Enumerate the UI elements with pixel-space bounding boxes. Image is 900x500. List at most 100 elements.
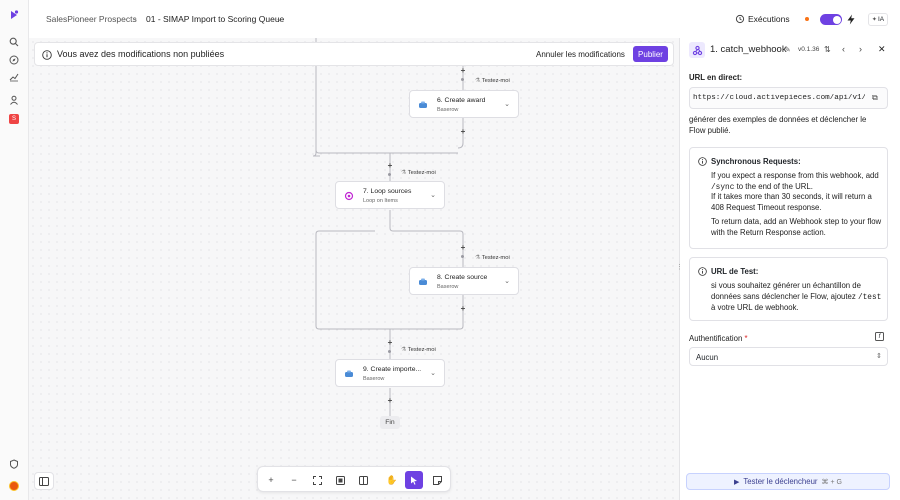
flask-icon: ⚗ <box>401 347 407 353</box>
note-icon[interactable] <box>428 471 446 489</box>
step-card-create-award[interactable]: 6. Create award Baserow ⌄ <box>409 90 519 118</box>
connector-dot <box>388 350 391 353</box>
version-label: v0.1.36 <box>798 46 820 53</box>
live-url-label: URL en direct: <box>689 73 743 82</box>
add-step-plus[interactable]: + <box>459 128 467 136</box>
test-me-tag[interactable]: ⚗ Testez-moi <box>475 78 510 84</box>
auth-select[interactable]: Aucun ⇕ <box>689 347 888 366</box>
shield-icon[interactable] <box>7 457 21 471</box>
play-icon: ▶ <box>734 478 740 486</box>
fit-view-icon[interactable] <box>308 471 326 489</box>
sidebar-toggle-button[interactable] <box>34 472 54 490</box>
test-me-tag[interactable]: ⚗ Testez-moi <box>401 347 436 353</box>
test-trigger-button[interactable]: ▶ Tester le déclencheur ⌘ + G <box>686 473 890 490</box>
minimap-icon[interactable] <box>331 471 349 489</box>
flask-icon: ⚗ <box>475 255 481 261</box>
add-step-plus[interactable]: + <box>386 397 394 405</box>
chevron-down-icon[interactable]: ⌄ <box>276 15 282 23</box>
flow-name[interactable]: 01 - SIMAP Import to Scoring Queue <box>146 14 284 24</box>
test-url-text: si vous souhaitez générer un échantillon… <box>711 281 882 312</box>
info-icon <box>42 50 52 60</box>
add-step-plus[interactable]: + <box>459 244 467 252</box>
baserow-icon <box>419 278 427 285</box>
collapse-icon[interactable] <box>354 471 372 489</box>
ai-button[interactable]: ✦ IA <box>868 13 888 26</box>
test-me-tag[interactable]: ⚗ Testez-moi <box>475 255 510 261</box>
search-icon[interactable] <box>7 35 21 49</box>
live-url-field[interactable]: https://cloud.activepieces.com/api/v1/w … <box>689 87 888 109</box>
discard-changes-button[interactable]: Annuler les modifications <box>536 50 625 59</box>
step-subtitle: Loop on Items <box>363 198 398 204</box>
sync-line-2: If it takes more than 30 seconds, it wil… <box>711 192 872 212</box>
avatar[interactable] <box>7 479 21 493</box>
connector-dot <box>388 173 391 176</box>
select-arrows-icon: ⇕ <box>876 353 882 360</box>
flow-enable-toggle[interactable] <box>820 14 842 25</box>
step-subtitle: Baserow <box>437 284 459 290</box>
chart-icon[interactable] <box>7 70 21 84</box>
hand-pan-icon[interactable]: ✋ <box>383 471 401 489</box>
step-subtitle: Baserow <box>437 107 459 113</box>
project-badge-icon[interactable]: S <box>7 112 21 126</box>
top-bar: SalesPioneer Prospects › 01 - SIMAP Impo… <box>29 0 900 38</box>
add-step-plus[interactable]: + <box>459 67 467 75</box>
connector-dot <box>461 78 464 81</box>
chevron-down-icon[interactable]: ⌄ <box>430 191 436 199</box>
zoom-out-icon[interactable]: − <box>285 471 303 489</box>
flow-canvas[interactable]: + + + + + + + ⚗ Testez-moi ⚗ Testez-moi … <box>29 38 679 500</box>
unpublished-dot <box>805 17 809 21</box>
breadcrumb-root[interactable]: SalesPioneer Prospects <box>46 14 137 24</box>
executions-button[interactable]: Exécutions <box>748 14 790 24</box>
left-rail: S <box>0 0 29 500</box>
dynamic-value-icon[interactable]: f <box>875 332 884 341</box>
info-icon <box>698 267 707 276</box>
add-step-plus[interactable]: + <box>459 305 467 313</box>
chevron-down-icon[interactable]: ⌄ <box>504 277 510 285</box>
flask-icon: ⚗ <box>475 78 481 84</box>
unpublished-banner: Vous avez des modifications non publiées… <box>34 42 674 66</box>
swap-icon[interactable]: ⇅ <box>824 45 831 54</box>
loop-icon <box>344 191 354 201</box>
step-subtitle: Baserow <box>363 376 385 382</box>
chevron-down-icon[interactable]: ⌄ <box>430 369 436 377</box>
webhook-icon <box>689 42 705 58</box>
select-pointer-icon[interactable] <box>405 471 423 489</box>
add-step-plus[interactable]: + <box>386 162 394 170</box>
step-card-create-import[interactable]: 9. Create importe... Baserow ⌄ <box>335 359 445 387</box>
app-logo[interactable] <box>7 8 21 22</box>
connector-dot <box>461 255 464 258</box>
copy-icon[interactable]: ⧉ <box>872 93 878 103</box>
auth-label: Authentification * <box>689 334 748 343</box>
bolt-icon[interactable] <box>846 14 856 25</box>
test-url-title: URL de Test: <box>711 267 759 276</box>
user-icon[interactable] <box>7 93 21 107</box>
test-me-tag[interactable]: ⚗ Testez-moi <box>401 170 436 176</box>
info-icon <box>698 157 707 166</box>
step-title: 9. Create importe... <box>363 366 422 373</box>
sync-title: Synchronous Requests: <box>711 157 801 166</box>
close-icon[interactable]: ✕ <box>878 44 886 55</box>
sync-line-1: If you expect a response from this webho… <box>711 171 879 192</box>
publish-button[interactable]: Publier <box>633 46 668 62</box>
step-title: 8. Create source <box>437 274 488 281</box>
resize-handle[interactable]: ⋮ <box>676 263 683 271</box>
edit-name-icon[interactable]: ✎ <box>784 45 791 54</box>
generate-help-text: générer des exemples de données et décle… <box>689 115 867 135</box>
step-title: 6. Create award <box>437 97 486 104</box>
baserow-icon <box>345 370 353 377</box>
chevron-right-icon[interactable]: › <box>859 44 862 54</box>
shortcut-hint: ⌘ + G <box>821 478 842 486</box>
chevron-down-icon[interactable]: ⌄ <box>504 100 510 108</box>
sync-info-box: Synchronous Requests: If you expect a re… <box>689 147 888 249</box>
chevron-left-icon[interactable]: ‹ <box>842 44 845 54</box>
add-step-plus[interactable]: + <box>386 339 394 347</box>
banner-message: Vous avez des modifications non publiées <box>57 49 225 59</box>
zoom-in-icon[interactable]: + <box>262 471 280 489</box>
step-card-loop-sources[interactable]: 7. Loop sources Loop on Items ⌄ <box>335 181 445 209</box>
history-icon[interactable] <box>735 14 745 24</box>
step-card-create-source[interactable]: 8. Create source Baserow ⌄ <box>409 267 519 295</box>
sparkle-icon: ✦ <box>871 17 877 23</box>
explore-icon[interactable] <box>7 53 21 67</box>
step-title: 1. catch_webhook <box>710 44 787 55</box>
panel-icon <box>39 476 49 486</box>
